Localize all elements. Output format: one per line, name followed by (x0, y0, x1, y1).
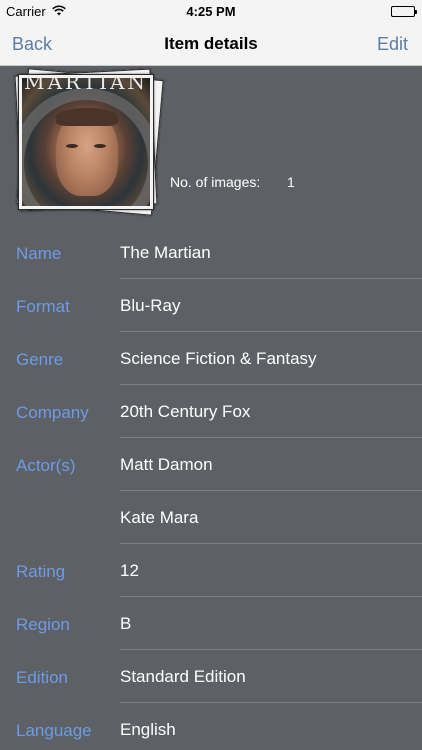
detail-value: 12 (120, 561, 139, 580)
detail-value: Matt Damon (120, 455, 213, 474)
detail-value: Blu-Ray (120, 296, 181, 315)
detail-label: Rating (16, 562, 66, 581)
back-button[interactable]: Back (12, 34, 52, 55)
detail-value: 20th Century Fox (120, 402, 251, 421)
detail-row-company: Company 20th Century Fox (0, 385, 422, 438)
cover-image: MARTIAN (18, 74, 154, 210)
detail-row-language: Language English (0, 703, 422, 750)
detail-value: Standard Edition (120, 667, 246, 686)
image-count-label: No. of images: (170, 174, 261, 190)
detail-value: Science Fiction & Fantasy (120, 349, 317, 368)
detail-label: Edition (16, 668, 68, 687)
detail-row-actors: Actor(s) Matt Damon (0, 438, 422, 491)
detail-label: Genre (16, 350, 64, 369)
detail-label: Company (16, 403, 89, 422)
status-time: 4:25 PM (186, 4, 236, 19)
detail-value: B (120, 614, 132, 633)
detail-label: Actor(s) (16, 456, 76, 475)
cover-image-stack[interactable]: MARTIAN (14, 68, 166, 220)
poster-title: MARTIAN (24, 78, 148, 94)
detail-list: Name The Martian Format Blu-Ray Genre Sc… (0, 226, 422, 750)
detail-label: Format (16, 297, 70, 316)
detail-row-edition: Edition Standard Edition (0, 650, 422, 703)
detail-value: Kate Mara (120, 508, 199, 527)
navigation-bar: Back Item details Edit (0, 22, 422, 66)
detail-row-name: Name The Martian (0, 226, 422, 279)
detail-row-genre: Genre Science Fiction & Fantasy (0, 332, 422, 385)
detail-value: English (120, 720, 176, 739)
detail-value: The Martian (120, 243, 211, 262)
edit-button[interactable]: Edit (377, 34, 408, 55)
detail-label: Language (16, 721, 92, 740)
image-count-value: 1 (287, 174, 295, 190)
detail-row-region: Region B (0, 597, 422, 650)
poster-artwork: MARTIAN (22, 78, 150, 206)
detail-label: Name (16, 244, 62, 263)
status-bar: Carrier 4:25 PM (0, 0, 422, 22)
detail-label: Region (16, 615, 70, 634)
page-title: Item details (164, 34, 258, 53)
battery-icon (391, 6, 417, 17)
detail-row-actors-continued: Kate Mara (0, 491, 422, 544)
detail-row-rating: Rating 12 (0, 544, 422, 597)
detail-row-format: Format Blu-Ray (0, 279, 422, 332)
